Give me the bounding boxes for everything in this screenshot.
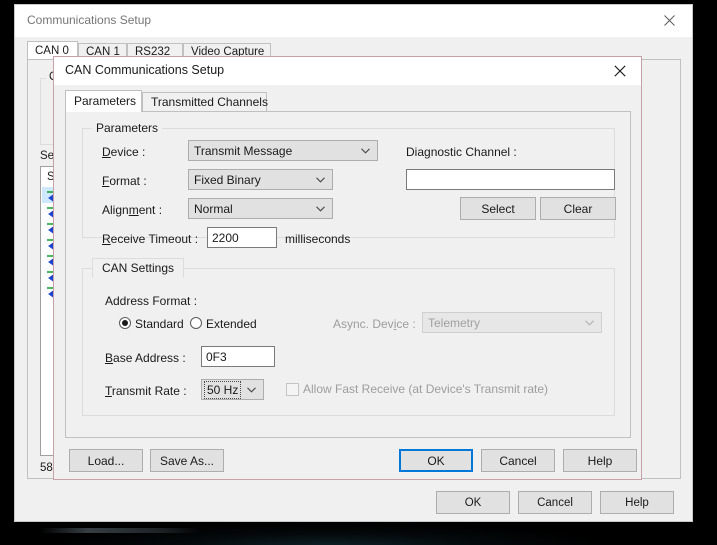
can-communications-setup-dialog: CAN Communications Setup Parameters Tran… — [53, 56, 642, 480]
checkbox-box — [286, 383, 299, 396]
format-label: Format : — [102, 174, 147, 188]
dialog-title-bar: CAN Communications Setup — [54, 57, 641, 85]
dialog-close-button[interactable] — [599, 57, 641, 84]
can-settings-group: CAN Settings Address Format : Standard E… — [82, 258, 615, 416]
address-format-standard-radio[interactable]: Standard — [119, 317, 184, 331]
base-address-label: Base Address : — [105, 351, 186, 365]
chevron-down-icon — [247, 387, 256, 393]
chevron-down-icon — [316, 177, 325, 183]
address-format-extended-radio[interactable]: Extended — [190, 317, 257, 331]
allow-fast-receive-checkbox: Allow Fast Receive (at Device's Transmit… — [286, 383, 548, 396]
dialog-title: CAN Communications Setup — [65, 63, 225, 77]
alignment-label: Alignment : — [102, 203, 163, 217]
address-format-standard-label: Standard — [135, 317, 184, 331]
device-combo[interactable]: Transmit Message — [188, 140, 378, 161]
address-format-extended-label: Extended — [206, 317, 257, 331]
transmit-rate-combo[interactable]: 50 Hz — [201, 379, 264, 400]
diagnostic-clear-button[interactable]: Clear — [540, 197, 616, 220]
dialog-tab-page: Parameters Device : Transmit Message For… — [65, 111, 631, 438]
device-label: Device : — [102, 145, 146, 159]
alignment-combo-value: Normal — [194, 202, 233, 216]
format-combo-value: Fixed Binary — [194, 173, 261, 187]
parameters-group: Parameters Device : Transmit Message For… — [82, 121, 616, 248]
transmit-rate-combo-value: 50 Hz — [203, 381, 242, 399]
load-button[interactable]: Load... — [69, 449, 143, 472]
dialog-ok-button[interactable]: OK — [399, 449, 473, 472]
radio-outer — [190, 317, 202, 329]
format-combo[interactable]: Fixed Binary — [188, 169, 333, 190]
desktop-wallpaper-streak — [40, 528, 200, 533]
receive-timeout-input[interactable]: 2200 — [207, 227, 277, 248]
alignment-combo[interactable]: Normal — [188, 198, 333, 219]
diagnostic-channel-label: Diagnostic Channel : — [406, 145, 517, 159]
address-format-label: Address Format : — [105, 294, 198, 308]
background-help-button[interactable]: Help — [600, 491, 674, 514]
async-device-combo: Telemetry — [422, 312, 602, 333]
tab-transmitted-channels[interactable]: Transmitted Channels — [142, 92, 268, 111]
background-ok-button[interactable]: OK — [436, 491, 510, 514]
diagnostic-select-button[interactable]: Select — [460, 197, 536, 220]
window-close-button[interactable] — [647, 5, 692, 35]
save-as-button[interactable]: Save As... — [150, 449, 224, 472]
close-icon — [664, 14, 675, 26]
tab-parameters[interactable]: Parameters — [65, 90, 142, 112]
allow-fast-receive-label: Allow Fast Receive (at Device's Transmit… — [303, 382, 549, 396]
dialog-help-button[interactable]: Help — [563, 449, 637, 472]
async-device-combo-value: Telemetry — [428, 316, 481, 330]
transmit-rate-label: Transmit Rate : — [105, 384, 187, 398]
base-address-input[interactable]: 0F3 — [201, 346, 275, 367]
window-title: Communications Setup — [27, 13, 152, 27]
dialog-cancel-button[interactable]: Cancel — [481, 449, 555, 472]
close-icon — [614, 64, 626, 77]
screen: Communications Setup CAN 0 CAN 1 RS232 V… — [0, 0, 717, 545]
diagnostic-channel-input[interactable] — [406, 169, 615, 190]
chevron-down-icon — [361, 148, 370, 154]
parameters-group-title: Parameters — [92, 121, 163, 135]
receive-timeout-label: Receive Timeout : — [102, 232, 199, 246]
radio-inner-dot — [122, 320, 128, 326]
can-settings-group-title: CAN Settings — [92, 258, 185, 278]
receive-timeout-units: milliseconds — [285, 232, 351, 246]
chevron-down-icon — [585, 320, 594, 326]
background-cancel-button[interactable]: Cancel — [518, 491, 592, 514]
dialog-tab-strip: Parameters Transmitted Channels — [65, 90, 631, 112]
async-device-label: Async. Device : — [333, 317, 416, 331]
window-title-bar: Communications Setup — [15, 5, 692, 37]
chevron-down-icon — [316, 206, 325, 212]
device-combo-value: Transmit Message — [194, 144, 293, 158]
